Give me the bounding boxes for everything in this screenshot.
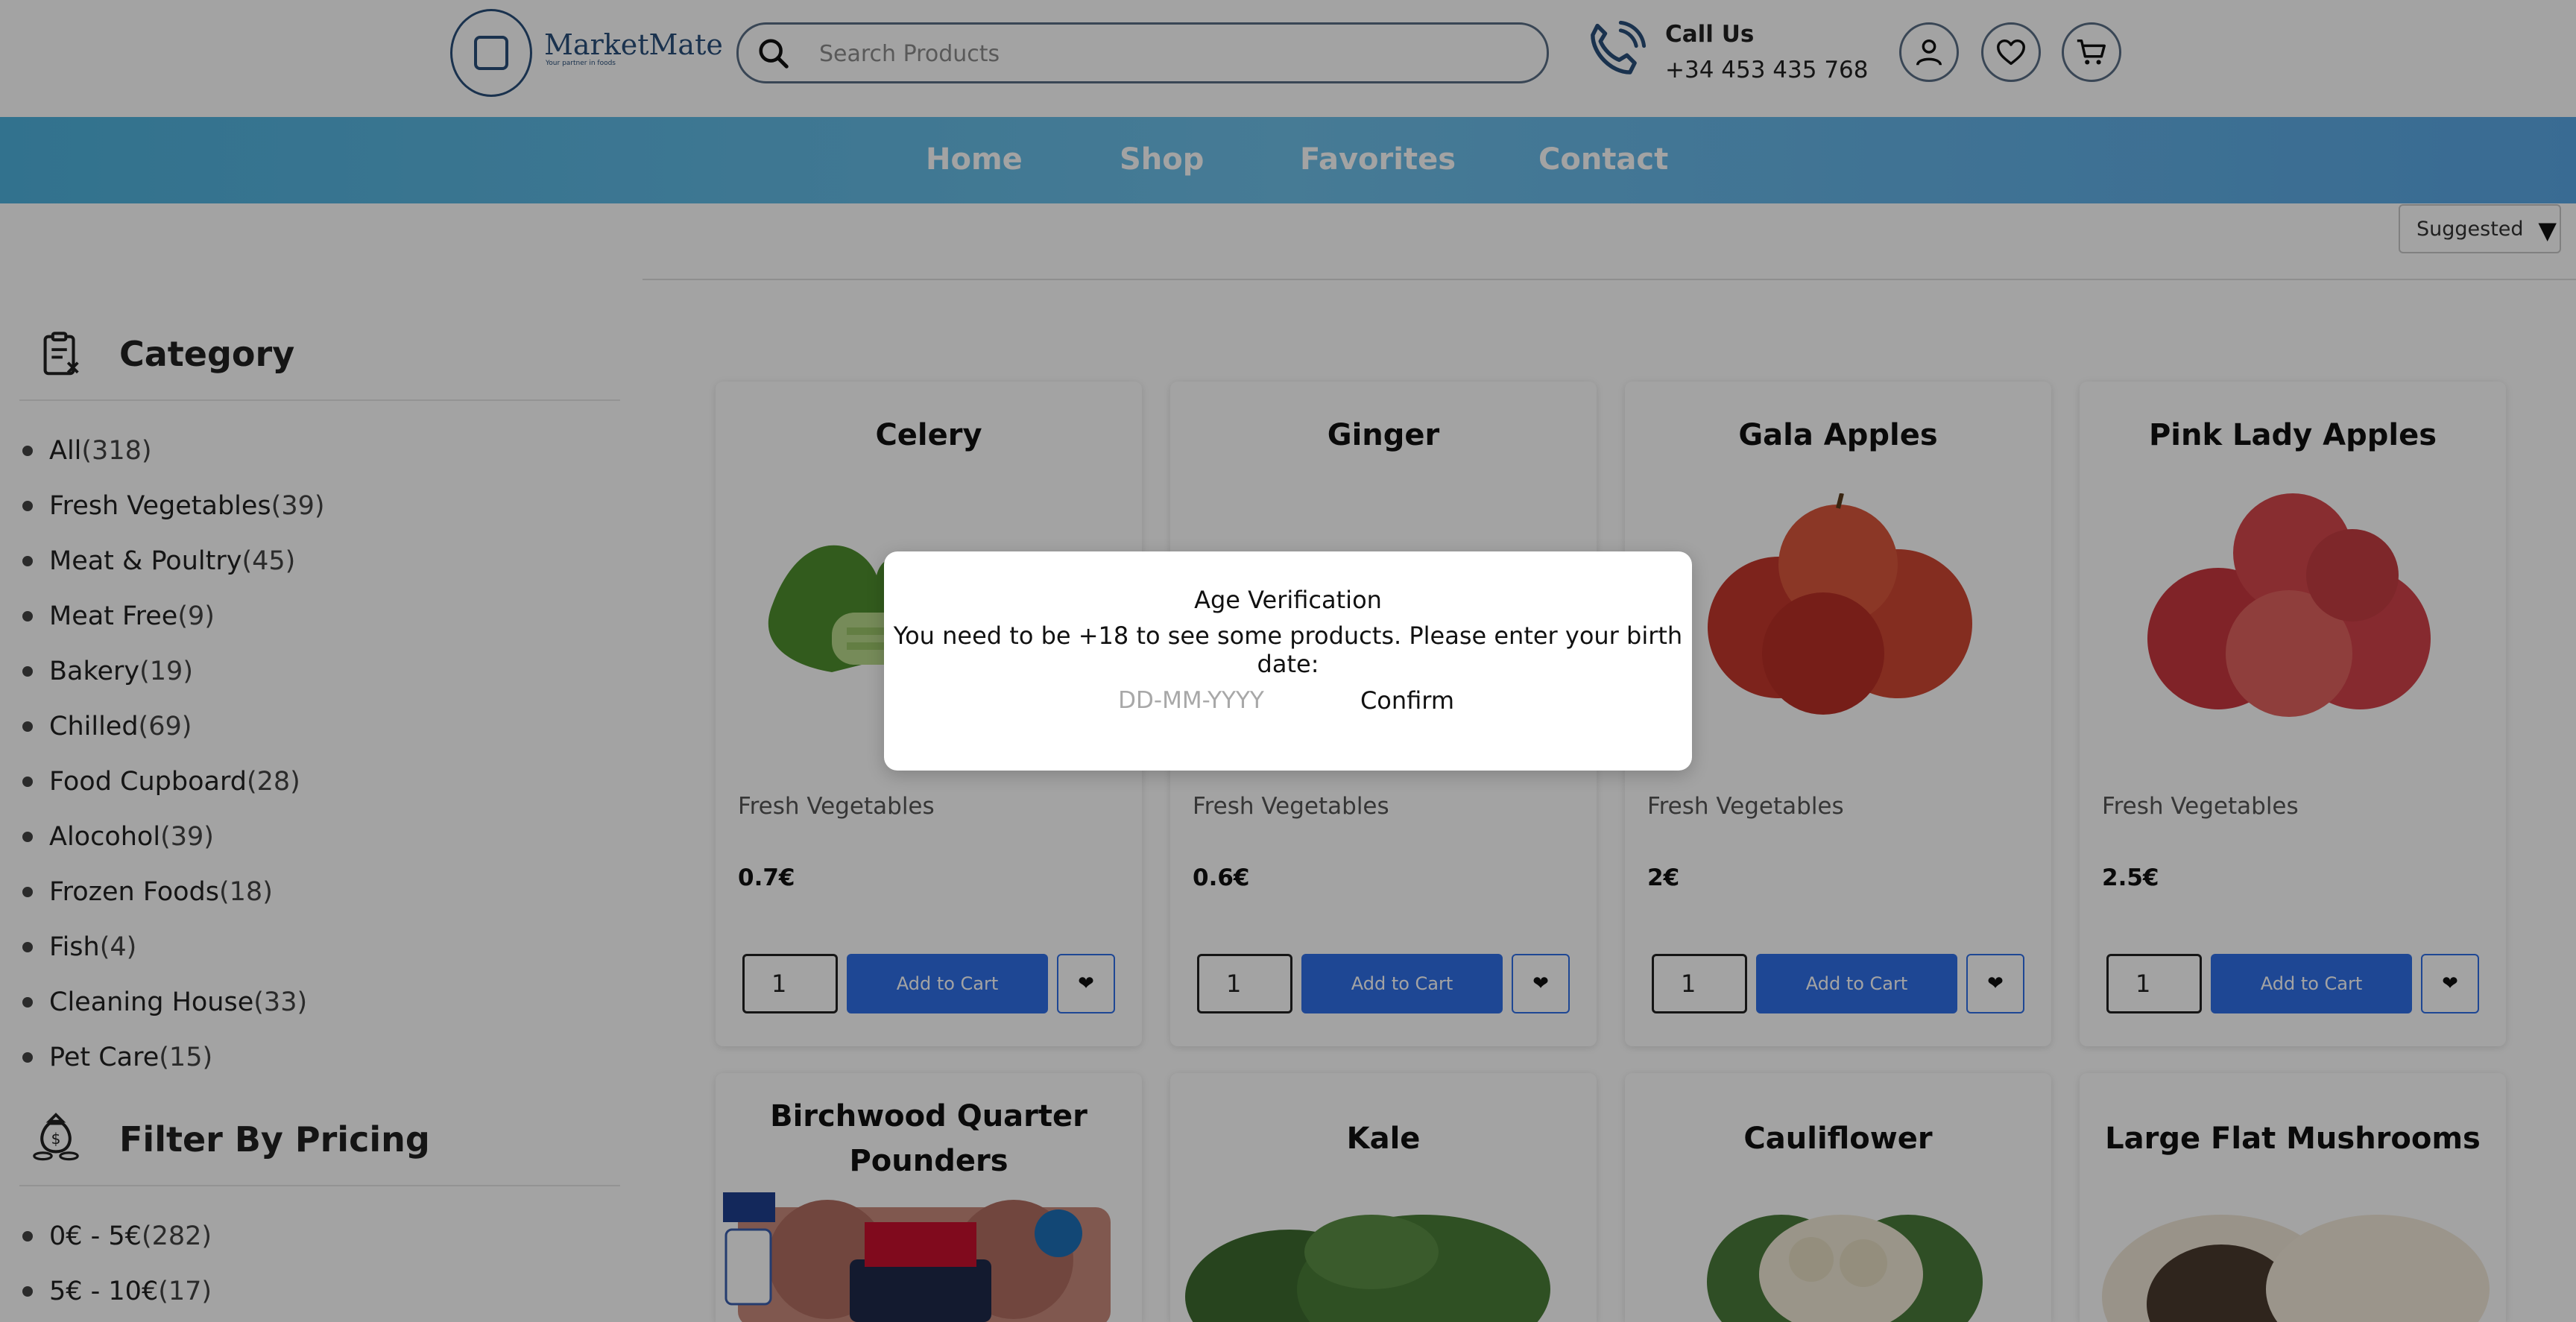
confirm-button[interactable]: Confirm xyxy=(1340,680,1474,721)
dialog-message: You need to be +18 to see some products.… xyxy=(893,622,1683,678)
dialog-title: Age Verification xyxy=(1194,586,1382,614)
age-verification-dialog: Age Verification You need to be +18 to s… xyxy=(884,551,1692,771)
birth-date-input[interactable] xyxy=(1079,680,1303,721)
